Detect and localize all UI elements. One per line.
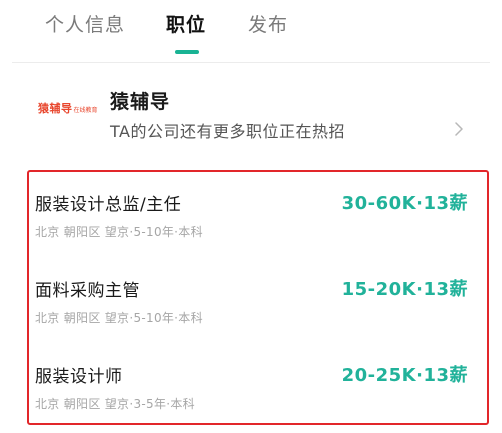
job-meta: 北京 朝阳区 望京·3-5年·本科 (35, 397, 195, 411)
job-title: 服装设计总监/主任 (35, 195, 182, 215)
chevron-right-icon (455, 122, 463, 136)
company-name: 猿辅导 (110, 91, 171, 113)
company-logo: 猿辅导 在线教育 (38, 100, 98, 124)
tab-publish[interactable]: 发布 (248, 10, 288, 37)
tab-bar: 个人信息 职位 发布 (0, 0, 502, 62)
job-item[interactable]: 服装设计总监/主任 30-60K·13薪 北京 朝阳区 望京·5-10年·本科 (29, 172, 487, 256)
company-row[interactable]: 猿辅导 在线教育 猿辅导 TA的公司还有更多职位正在热招 (0, 78, 502, 154)
job-detail-page: 个人信息 职位 发布 猿辅导 在线教育 猿辅导 TA的公司还有更多职位正在热招 … (0, 0, 502, 433)
job-item[interactable]: 面料采购主管 15-20K·13薪 北京 朝阳区 望京·5-10年·本科 (29, 258, 487, 342)
tab-personal-info[interactable]: 个人信息 (45, 10, 125, 37)
logo-text: 猿辅导 (38, 102, 73, 115)
job-list: 服装设计总监/主任 30-60K·13薪 北京 朝阳区 望京·5-10年·本科 … (27, 170, 489, 425)
company-more-jobs-text: TA的公司还有更多职位正在热招 (110, 122, 345, 141)
job-title: 服装设计师 (35, 367, 123, 387)
job-salary: 20-25K·13薪 (341, 365, 468, 386)
job-meta: 北京 朝阳区 望京·5-10年·本科 (35, 225, 203, 239)
job-meta: 北京 朝阳区 望京·5-10年·本科 (35, 311, 203, 325)
active-tab-indicator (175, 50, 199, 54)
logo-subtext: 在线教育 (73, 107, 98, 114)
tab-positions[interactable]: 职位 (166, 10, 206, 37)
job-title: 面料采购主管 (35, 281, 140, 301)
job-item[interactable]: 服装设计师 20-25K·13薪 北京 朝阳区 望京·3-5年·本科 (29, 344, 487, 428)
tab-divider (12, 62, 490, 63)
job-salary: 15-20K·13薪 (341, 279, 468, 300)
job-salary: 30-60K·13薪 (341, 193, 468, 214)
